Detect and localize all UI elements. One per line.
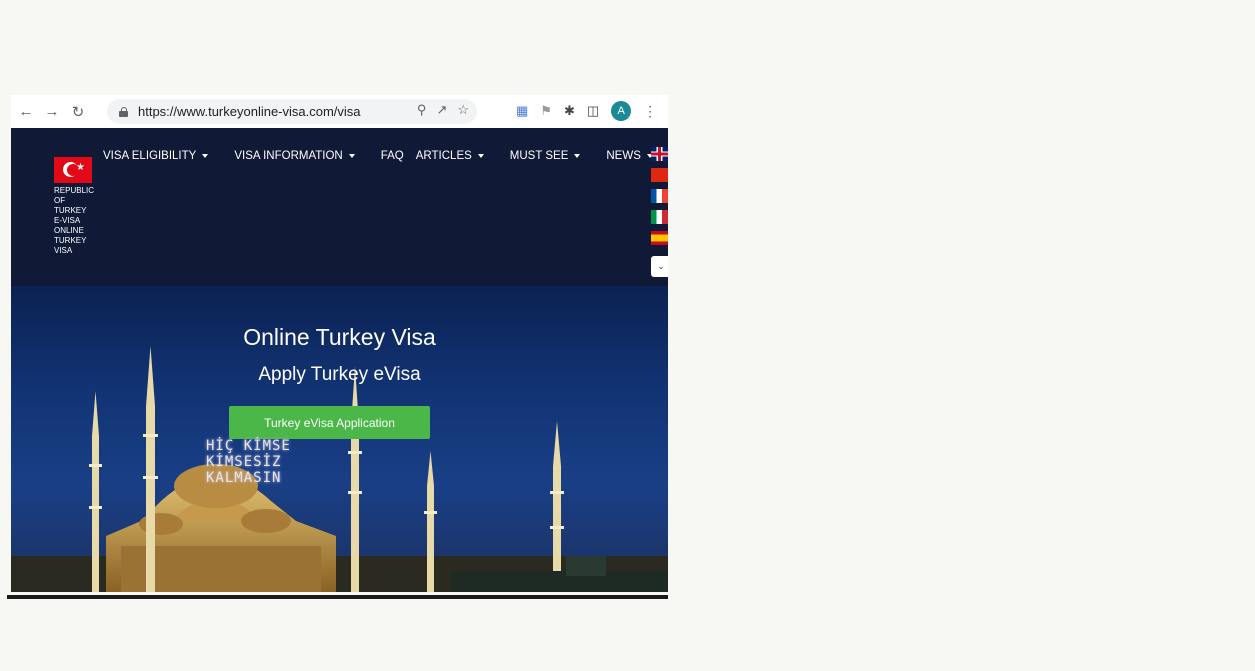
menu-articles[interactable]: ARTICLES	[416, 150, 484, 162]
menu-label: VISA ELIGIBILITY	[103, 150, 197, 162]
lock-icon[interactable]	[119, 106, 129, 117]
menu-visa-eligibility[interactable]: VISA ELIGIBILITY	[103, 150, 209, 162]
translate-icon[interactable]: ▦	[516, 103, 528, 119]
caret-down-icon	[574, 154, 581, 158]
menu-visa-information[interactable]: VISA INFORMATION	[234, 150, 355, 162]
brand-text[interactable]: REPUBLIC OF TURKEY E-VISA ONLINE TURKEY …	[54, 186, 104, 256]
menu-kebab-icon[interactable]: ⋮	[643, 103, 657, 120]
flag-english[interactable]	[651, 147, 668, 161]
flag-icon[interactable]: ⚑	[540, 103, 552, 119]
main-menu: VISA ELIGIBILITY VISA INFORMATION FAQ AR…	[103, 150, 653, 162]
address-bar[interactable]: https://www.turkeyonline-visa.com/visa ⚲…	[107, 99, 477, 124]
caret-down-icon	[348, 154, 355, 158]
menu-label: NEWS	[606, 150, 641, 162]
hero-subtitle: Apply Turkey eVisa	[258, 364, 421, 385]
website-screenshot: ← → ↻ https://www.turkeyonline-visa.com/…	[11, 95, 668, 592]
zoom-icon[interactable]: ⚲	[417, 102, 427, 118]
flag-spanish[interactable]	[651, 231, 668, 245]
language-flags	[651, 147, 668, 252]
caret-down-icon	[477, 154, 484, 158]
flag-chinese[interactable]	[651, 168, 668, 182]
screenshot-bottom-border	[7, 595, 668, 599]
extensions-icon[interactable]: ✱	[564, 103, 575, 119]
menu-label: ARTICLES	[415, 150, 472, 162]
brand-line: OF	[54, 196, 66, 205]
profile-avatar[interactable]: A	[611, 101, 632, 121]
flag-french[interactable]	[651, 189, 668, 203]
menu-news[interactable]: NEWS	[606, 150, 653, 162]
menu-must-see[interactable]: MUST SEE	[510, 150, 581, 162]
brand-line: E-VISA	[54, 216, 81, 225]
turkey-flag-logo[interactable]: ★	[54, 157, 92, 183]
mahya-lights-text: HİÇ KİMSE KİMSESİZ KALMASIN	[206, 438, 291, 486]
menu-label: VISA INFORMATION	[234, 150, 343, 162]
banner-line: KALMASIN	[206, 470, 282, 486]
evisa-application-button[interactable]: Turkey eVisa Application	[229, 406, 430, 439]
banner-line: HİÇ KİMSE	[206, 438, 291, 454]
sidepanel-icon[interactable]: ◫	[587, 103, 599, 119]
reload-icon[interactable]: ↻	[67, 101, 89, 123]
share-icon[interactable]: ↗	[436, 102, 447, 118]
brand-line: TURKEY	[54, 236, 87, 245]
hero-title: Online Turkey Visa	[243, 324, 436, 350]
forward-icon[interactable]: →	[41, 101, 63, 123]
brand-line: TURKEY	[54, 206, 87, 215]
brand-line: ONLINE	[54, 226, 84, 235]
menu-label: FAQ	[380, 150, 404, 162]
brand-line: VISA	[54, 246, 73, 255]
flag-italian[interactable]	[651, 210, 668, 224]
hero-section: Online Turkey Visa Apply Turkey eVisa Tu…	[11, 286, 668, 592]
url-text[interactable]: https://www.turkeyonline-visa.com/visa	[138, 104, 361, 119]
browser-toolbar: ← → ↻ https://www.turkeyonline-visa.com/…	[11, 95, 668, 128]
chevron-down-icon: ⌄	[657, 261, 665, 271]
menu-label: MUST SEE	[509, 150, 569, 162]
language-select[interactable]: ⌄	[651, 256, 668, 277]
caret-down-icon	[202, 154, 209, 158]
brand-line: REPUBLIC	[54, 186, 95, 195]
bookmark-star-icon[interactable]: ☆	[457, 102, 469, 118]
banner-line: KİMSESİZ	[206, 454, 282, 470]
menu-faq[interactable]: FAQ	[381, 150, 404, 162]
site-header: ★ REPUBLIC OF TURKEY E-VISA ONLINE TURKE…	[11, 128, 668, 286]
back-icon[interactable]: ←	[15, 101, 37, 123]
